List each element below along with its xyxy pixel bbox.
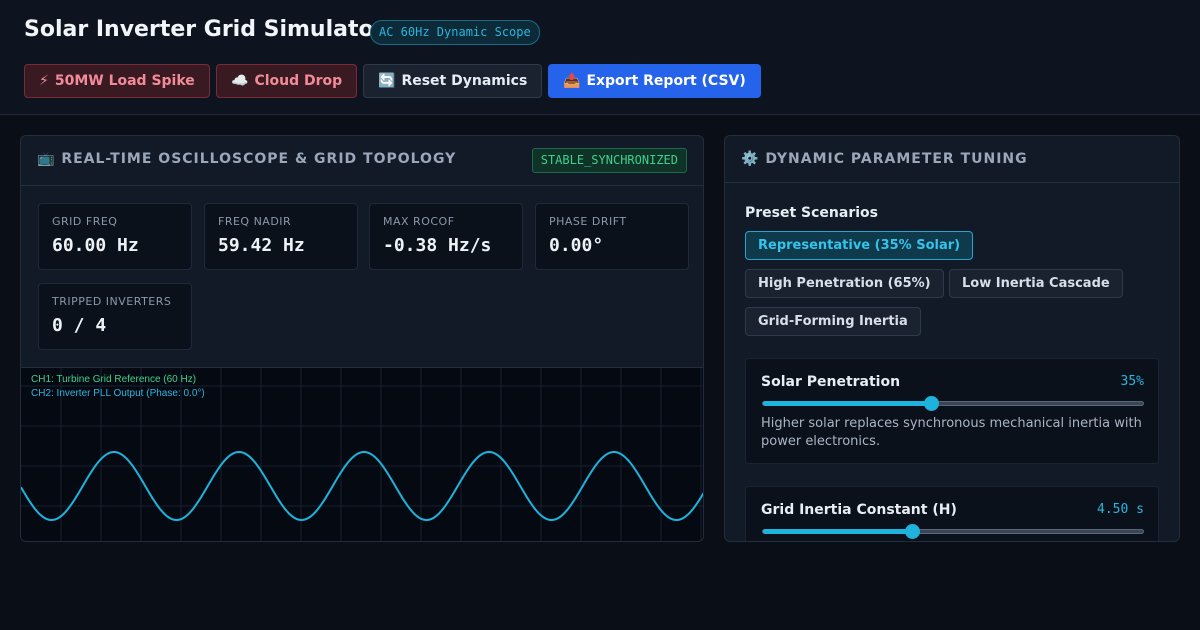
- export-report-button[interactable]: 📤 Export Report (CSV): [548, 64, 761, 98]
- grid-inertia-control: Grid Inertia Constant (H) 4.50 s: [745, 486, 1159, 541]
- app-title: Solar Inverter Grid Simulator: [24, 17, 385, 42]
- metric-value: 0 / 4: [52, 315, 107, 336]
- cloud-drop-label: Cloud Drop: [254, 73, 343, 89]
- oscilloscope-title-text: REAL-TIME OSCILLOSCOPE & GRID TOPOLOGY: [61, 151, 457, 167]
- inverter-waveform-trace: [21, 450, 703, 521]
- oscilloscope-display: CH1: Turbine Grid Reference (60 Hz) CH2:…: [21, 367, 703, 541]
- metric-value: -0.38 Hz/s: [383, 235, 492, 256]
- reset-dynamics-label: Reset Dynamics: [401, 73, 528, 89]
- preset-representative[interactable]: Representative (35% Solar): [745, 231, 974, 260]
- slider-value: 35%: [1120, 374, 1144, 389]
- cloud-drop-button[interactable]: ☁️ Cloud Drop: [216, 64, 358, 98]
- load-spike-label: 50MW Load Spike: [54, 73, 195, 89]
- metric-label: PHASE DRIFT: [549, 215, 627, 228]
- lightning-icon: ⚡: [39, 73, 49, 89]
- tuning-panel: ⚙️ DYNAMIC PARAMETER TUNING Preset Scena…: [724, 135, 1180, 542]
- metric-label: GRID FREQ: [52, 215, 118, 228]
- preset-scenarios-label: Preset Scenarios: [745, 205, 878, 221]
- preset-high-penetration[interactable]: High Penetration (65%): [745, 269, 944, 298]
- legend-ch2: CH2: Inverter PLL Output (Phase: 0.0°): [31, 388, 205, 399]
- scope-badge: AC 60Hz Dynamic Scope: [370, 20, 540, 45]
- metric-value: 0.00°: [549, 235, 604, 256]
- metric-value: 60.00 Hz: [52, 235, 139, 256]
- cloud-icon: ☁️: [231, 73, 249, 89]
- preset-grid-forming-inertia[interactable]: Grid-Forming Inertia: [745, 307, 921, 336]
- metric-grid-freq: GRID FREQ 60.00 Hz: [38, 203, 192, 270]
- tuning-title-text: DYNAMIC PARAMETER TUNING: [765, 151, 1028, 167]
- slider-description: Higher solar replaces synchronous mechan…: [761, 416, 1142, 449]
- metric-label: FREQ NADIR: [218, 215, 292, 228]
- metric-tripped-inverters: TRIPPED INVERTERS 0 / 4: [38, 283, 192, 350]
- slider-value: 4.50 s: [1097, 502, 1144, 517]
- slider-fill: [763, 401, 932, 406]
- export-report-label: Export Report (CSV): [586, 73, 746, 89]
- oscilloscope-panel: 📺 REAL-TIME OSCILLOSCOPE & GRID TOPOLOGY…: [20, 135, 704, 542]
- metric-phase-drift: PHASE DRIFT 0.00°: [535, 203, 689, 270]
- metric-label: TRIPPED INVERTERS: [52, 295, 172, 308]
- slider-label: Solar Penetration: [761, 374, 901, 390]
- refresh-icon: 🔄: [378, 73, 396, 89]
- reset-dynamics-button[interactable]: 🔄 Reset Dynamics: [363, 64, 543, 98]
- preset-low-inertia-cascade[interactable]: Low Inertia Cascade: [949, 269, 1123, 298]
- solar-penetration-slider[interactable]: [762, 396, 1144, 411]
- export-icon: 📤: [563, 73, 581, 89]
- slider-label: Grid Inertia Constant (H): [761, 502, 957, 518]
- solar-penetration-control: Solar Penetration 35% Higher solar repla…: [745, 358, 1159, 464]
- slider-thumb[interactable]: [924, 396, 940, 411]
- grid-inertia-slider[interactable]: [762, 524, 1144, 539]
- monitor-icon: 📺: [37, 151, 56, 167]
- metric-value: 59.42 Hz: [218, 235, 305, 256]
- slider-fill: [763, 529, 912, 534]
- slider-thumb[interactable]: [904, 524, 920, 539]
- top-bar: Solar Inverter Grid Simulator AC 60Hz Dy…: [0, 0, 1200, 115]
- oscilloscope-panel-title: 📺 REAL-TIME OSCILLOSCOPE & GRID TOPOLOGY: [37, 151, 456, 167]
- metric-max-rocof: MAX ROCOF -0.38 Hz/s: [369, 203, 523, 270]
- oscilloscope-panel-header: 📺 REAL-TIME OSCILLOSCOPE & GRID TOPOLOGY…: [21, 136, 703, 186]
- legend-ch1: CH1: Turbine Grid Reference (60 Hz): [31, 374, 197, 385]
- gear-icon: ⚙️: [741, 151, 760, 167]
- metric-label: MAX ROCOF: [383, 215, 455, 228]
- load-spike-button[interactable]: ⚡ 50MW Load Spike: [24, 64, 210, 98]
- metric-freq-nadir: FREQ NADIR 59.42 Hz: [204, 203, 358, 270]
- tuning-panel-header: ⚙️ DYNAMIC PARAMETER TUNING: [725, 136, 1179, 183]
- tuning-panel-title: ⚙️ DYNAMIC PARAMETER TUNING: [741, 151, 1028, 167]
- grid-status-badge: STABLE_SYNCHRONIZED: [531, 148, 687, 173]
